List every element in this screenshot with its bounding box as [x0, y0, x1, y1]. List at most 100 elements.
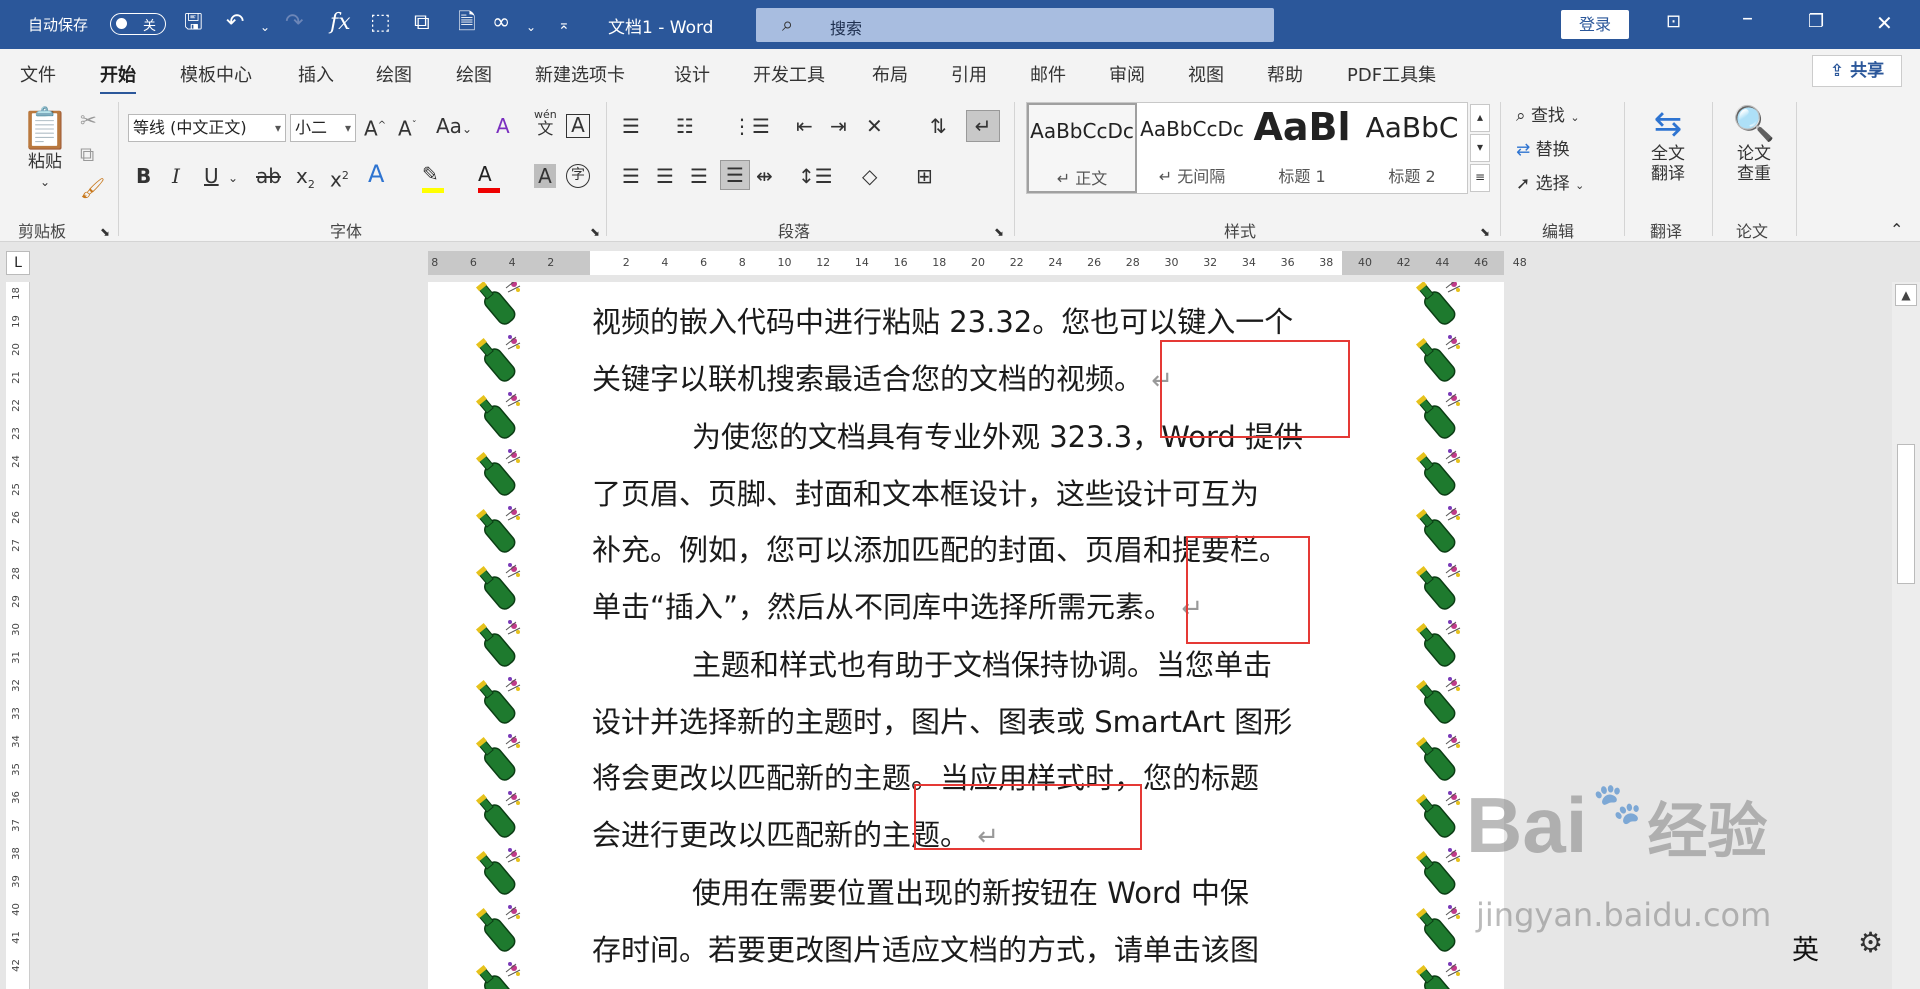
tab-insert[interactable]: 插入 — [298, 61, 334, 87]
numbering-icon[interactable]: ☷ — [676, 114, 694, 138]
formula-icon[interactable]: fx — [330, 10, 351, 36]
vertical-ruler[interactable]: 18 19 20 21 22 23 24 25 26 27 28 29 30 31 32 33 34 35 36 37… — [6, 282, 30, 989]
bold-icon[interactable]: B — [136, 164, 151, 188]
tab-draw-2[interactable]: 绘图 — [456, 61, 492, 87]
select-objects-icon[interactable]: ⬚ — [370, 10, 391, 36]
share-button[interactable]: ⇪ 共享 — [1812, 55, 1902, 87]
clear-formatting-icon[interactable]: A — [496, 114, 510, 138]
full-translate-button[interactable]: ⇆ 全文 翻译 — [1640, 104, 1696, 184]
minimize-icon[interactable]: – — [1742, 6, 1753, 31]
justify-icon[interactable]: ☰ — [720, 160, 750, 190]
decrease-indent-icon[interactable]: ⇤ — [796, 114, 813, 138]
undo-icon[interactable]: ↶ — [226, 10, 244, 36]
tab-draw-1[interactable]: 绘图 — [376, 61, 412, 87]
style-no-spacing[interactable]: AaBbCcDc ↵ 无间隔 — [1137, 103, 1247, 193]
collapse-ribbon-icon[interactable]: ⌃ — [1890, 218, 1903, 242]
underline-icon[interactable]: U — [204, 164, 219, 188]
style-heading-2[interactable]: AaBbC 标题 2 — [1357, 103, 1467, 193]
tab-references[interactable]: 引用 — [951, 61, 987, 87]
character-shading-icon[interactable]: A — [534, 164, 556, 188]
show-formatting-marks-icon[interactable]: ↵ — [966, 110, 1000, 142]
horizontal-ruler[interactable]: 8 6 4 2 2 4 6 8 10 12 14 16 18 20 22 24 26 28 30 32 34 36 38 40… — [428, 251, 1527, 275]
align-right-icon[interactable]: ☰ — [690, 164, 708, 188]
styles-launcher-icon[interactable]: ⬊ — [1480, 220, 1490, 244]
tab-view[interactable]: 视图 — [1188, 61, 1224, 87]
paragraph-launcher-icon[interactable]: ⬊ — [994, 220, 1004, 244]
tab-home[interactable]: 开始 — [100, 61, 136, 95]
font-size-combo[interactable]: 小二 ▾ — [290, 114, 356, 142]
distributed-icon[interactable]: ⇹ — [756, 164, 773, 188]
grow-font-icon[interactable]: A^ — [364, 114, 386, 141]
style-normal[interactable]: AaBbCcDc ↵ 正文 — [1027, 103, 1137, 193]
tab-mailings[interactable]: 邮件 — [1030, 61, 1066, 87]
autosave-toggle[interactable]: 关 — [110, 13, 166, 35]
font-color-icon[interactable]: A — [478, 162, 500, 193]
shading-icon[interactable]: ◇ — [862, 164, 877, 188]
bullets-icon[interactable]: ☰ — [622, 114, 640, 138]
styles-scroll-up-icon[interactable]: ▴ — [1470, 104, 1490, 132]
align-left-icon[interactable]: ☰ — [622, 164, 640, 188]
redo-icon[interactable]: ↷ — [285, 10, 303, 36]
scroll-up-icon[interactable]: ▲ — [1895, 284, 1917, 306]
increase-indent-icon[interactable]: ⇥ — [830, 114, 847, 138]
login-button[interactable]: 登录 — [1561, 10, 1629, 39]
tab-template-center[interactable]: 模板中心 — [180, 61, 252, 87]
text-effects-icon[interactable]: A — [368, 162, 384, 186]
underline-dropdown-icon[interactable]: ⌄ — [228, 166, 238, 190]
style-heading-1[interactable]: AaBl 标题 1 — [1247, 103, 1357, 193]
ime-indicator[interactable]: 英 — [1792, 928, 1819, 967]
ribbon-display-icon[interactable]: ⊡ — [1666, 11, 1681, 32]
highlight-icon[interactable]: ✎ — [422, 162, 444, 193]
copy-icon[interactable]: ⧉ — [80, 142, 94, 166]
chinese-layout-icon[interactable]: ✕ — [866, 114, 883, 138]
find-button[interactable]: ⌕ 查找 ⌄ — [1516, 104, 1580, 130]
styles-more-icon[interactable]: ≡ — [1470, 164, 1490, 192]
search-box[interactable]: ⌕ 搜索 — [756, 8, 1274, 42]
tab-file[interactable]: 文件 — [20, 61, 56, 87]
vertical-scrollbar[interactable]: ▲ — [1892, 282, 1920, 989]
org-chart-icon[interactable]: ⧉ — [414, 10, 430, 36]
sort-icon[interactable]: ⇅ — [930, 114, 947, 138]
link-icon[interactable]: ∞ — [492, 10, 510, 36]
line-spacing-icon[interactable]: ↕☰ — [798, 164, 833, 188]
save-icon[interactable]: 🖫 — [184, 10, 203, 36]
tab-help[interactable]: 帮助 — [1267, 61, 1303, 87]
settings-icon[interactable]: ⚙ — [1858, 926, 1883, 959]
styles-scroll-down-icon[interactable]: ▾ — [1470, 134, 1490, 162]
cut-icon[interactable]: ✂ — [80, 108, 97, 132]
multilevel-list-icon[interactable]: ⋮☰ — [732, 114, 770, 138]
tab-selector[interactable]: L — [6, 251, 30, 275]
shrink-font-icon[interactable]: Aˇ — [398, 114, 417, 141]
customize-toolbar-icon[interactable]: ⌅ — [558, 12, 570, 38]
strikethrough-icon[interactable]: ab — [256, 164, 281, 188]
tab-layout[interactable]: 布局 — [872, 61, 908, 87]
tab-review[interactable]: 审阅 — [1109, 61, 1145, 87]
restore-icon[interactable]: ❐ — [1808, 11, 1824, 32]
scroll-thumb[interactable] — [1897, 444, 1915, 584]
enclose-characters-icon[interactable]: 字 — [566, 164, 590, 188]
tab-developer[interactable]: 开发工具 — [753, 61, 825, 87]
document-page[interactable]: 视频的嵌入代码中进行粘贴 23.32。您也可以键入一个 关键字以联机搜索最适合您的… — [428, 282, 1504, 989]
change-case-icon[interactable]: Aa⌄ — [436, 114, 472, 141]
superscript-icon[interactable]: x2 — [330, 164, 349, 192]
borders-icon[interactable]: ⊞ — [916, 164, 933, 188]
select-button[interactable]: ➚ 选择 ⌄ — [1516, 172, 1584, 198]
italic-icon[interactable]: I — [172, 164, 180, 188]
phonetic-guide-icon[interactable]: wén 文 — [534, 108, 557, 138]
close-icon[interactable]: ✕ — [1876, 11, 1893, 35]
thesis-check-button[interactable]: 🔍 论文 查重 — [1726, 104, 1782, 184]
tab-new-tab[interactable]: 新建选项卡 — [535, 61, 625, 87]
clipboard-launcher-icon[interactable]: ⬊ — [100, 220, 110, 244]
tab-design[interactable]: 设计 — [674, 61, 710, 87]
font-launcher-icon[interactable]: ⬊ — [590, 220, 600, 244]
character-border-icon[interactable]: A — [566, 114, 590, 138]
undo-dropdown-icon[interactable]: ⌄ — [260, 14, 270, 40]
tab-pdf-tools[interactable]: PDF工具集 — [1347, 61, 1436, 87]
link-dropdown-icon[interactable]: ⌄ — [526, 14, 536, 40]
format-painter-icon[interactable]: 🖌 — [80, 176, 105, 200]
align-center-icon[interactable]: ☰ — [656, 164, 674, 188]
paste-button[interactable]: 📋 粘贴 ⌄ — [20, 106, 70, 192]
subscript-icon[interactable]: x2 — [296, 164, 315, 197]
font-name-combo[interactable]: 等线 (中文正文) ▾ — [128, 114, 286, 142]
replace-button[interactable]: ⇄ 替换 — [1516, 138, 1570, 162]
